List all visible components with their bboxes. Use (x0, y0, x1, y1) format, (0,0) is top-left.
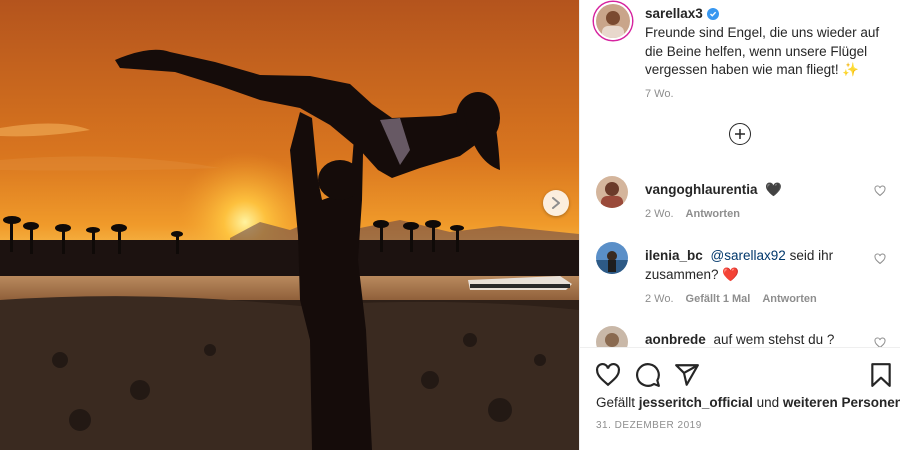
verified-badge-icon (706, 7, 719, 20)
plus-circle-icon (735, 129, 745, 139)
post-sidebar: sarellax3 Freunde sind Engel, die uns wi… (579, 0, 900, 451)
comment-text: 🖤 (765, 182, 783, 197)
commenter-avatar[interactable] (596, 242, 628, 274)
comment-timestamp[interactable]: 2 Wo. (645, 293, 674, 305)
post-date[interactable]: 31. DEZEMBER 2019 (596, 420, 702, 431)
comment-username[interactable]: aonbrede (645, 332, 706, 347)
comment-text: auf wem stehst du ? (713, 332, 835, 347)
reply-button[interactable]: Antworten (686, 208, 740, 220)
liker-username[interactable]: jesseritch_official (639, 395, 753, 410)
comment-timestamp[interactable]: 2 Wo. (645, 208, 674, 220)
heart-icon[interactable] (874, 253, 886, 265)
other-likers-link[interactable]: weiteren Personen (783, 395, 900, 410)
caption-timestamp[interactable]: 7 Wo. (645, 88, 674, 100)
bookmark-icon[interactable] (868, 362, 894, 388)
heart-icon[interactable] (595, 362, 621, 388)
author-username[interactable]: sarellax3 (645, 6, 703, 21)
next-image-button[interactable] (543, 190, 569, 216)
sunset-beach-image (0, 0, 579, 450)
author-avatar[interactable] (594, 2, 632, 40)
mention-link[interactable]: @sarellax92 (711, 248, 786, 263)
speech-bubble-icon[interactable] (635, 362, 661, 388)
caption-text: Freunde sind Engel, die uns wieder auf d… (645, 25, 880, 77)
load-more-comments-button[interactable] (729, 123, 751, 145)
chevron-right-icon (552, 197, 560, 209)
comment-likes-count[interactable]: Gefällt 1 Mal (686, 293, 751, 305)
comment-username[interactable]: ilenia_bc (645, 248, 703, 263)
heart-icon[interactable] (874, 185, 886, 197)
reply-button[interactable]: Antworten (762, 293, 816, 305)
post-photo[interactable] (0, 0, 579, 450)
commenter-avatar[interactable] (596, 176, 628, 208)
comment-username[interactable]: vangoghlaurentia (645, 182, 758, 197)
paper-plane-icon[interactable] (674, 362, 700, 388)
likes-summary: Gefällt jesseritch_official und weiteren… (596, 395, 900, 410)
post-action-bar: Gefällt jesseritch_official und weiteren… (580, 347, 900, 451)
